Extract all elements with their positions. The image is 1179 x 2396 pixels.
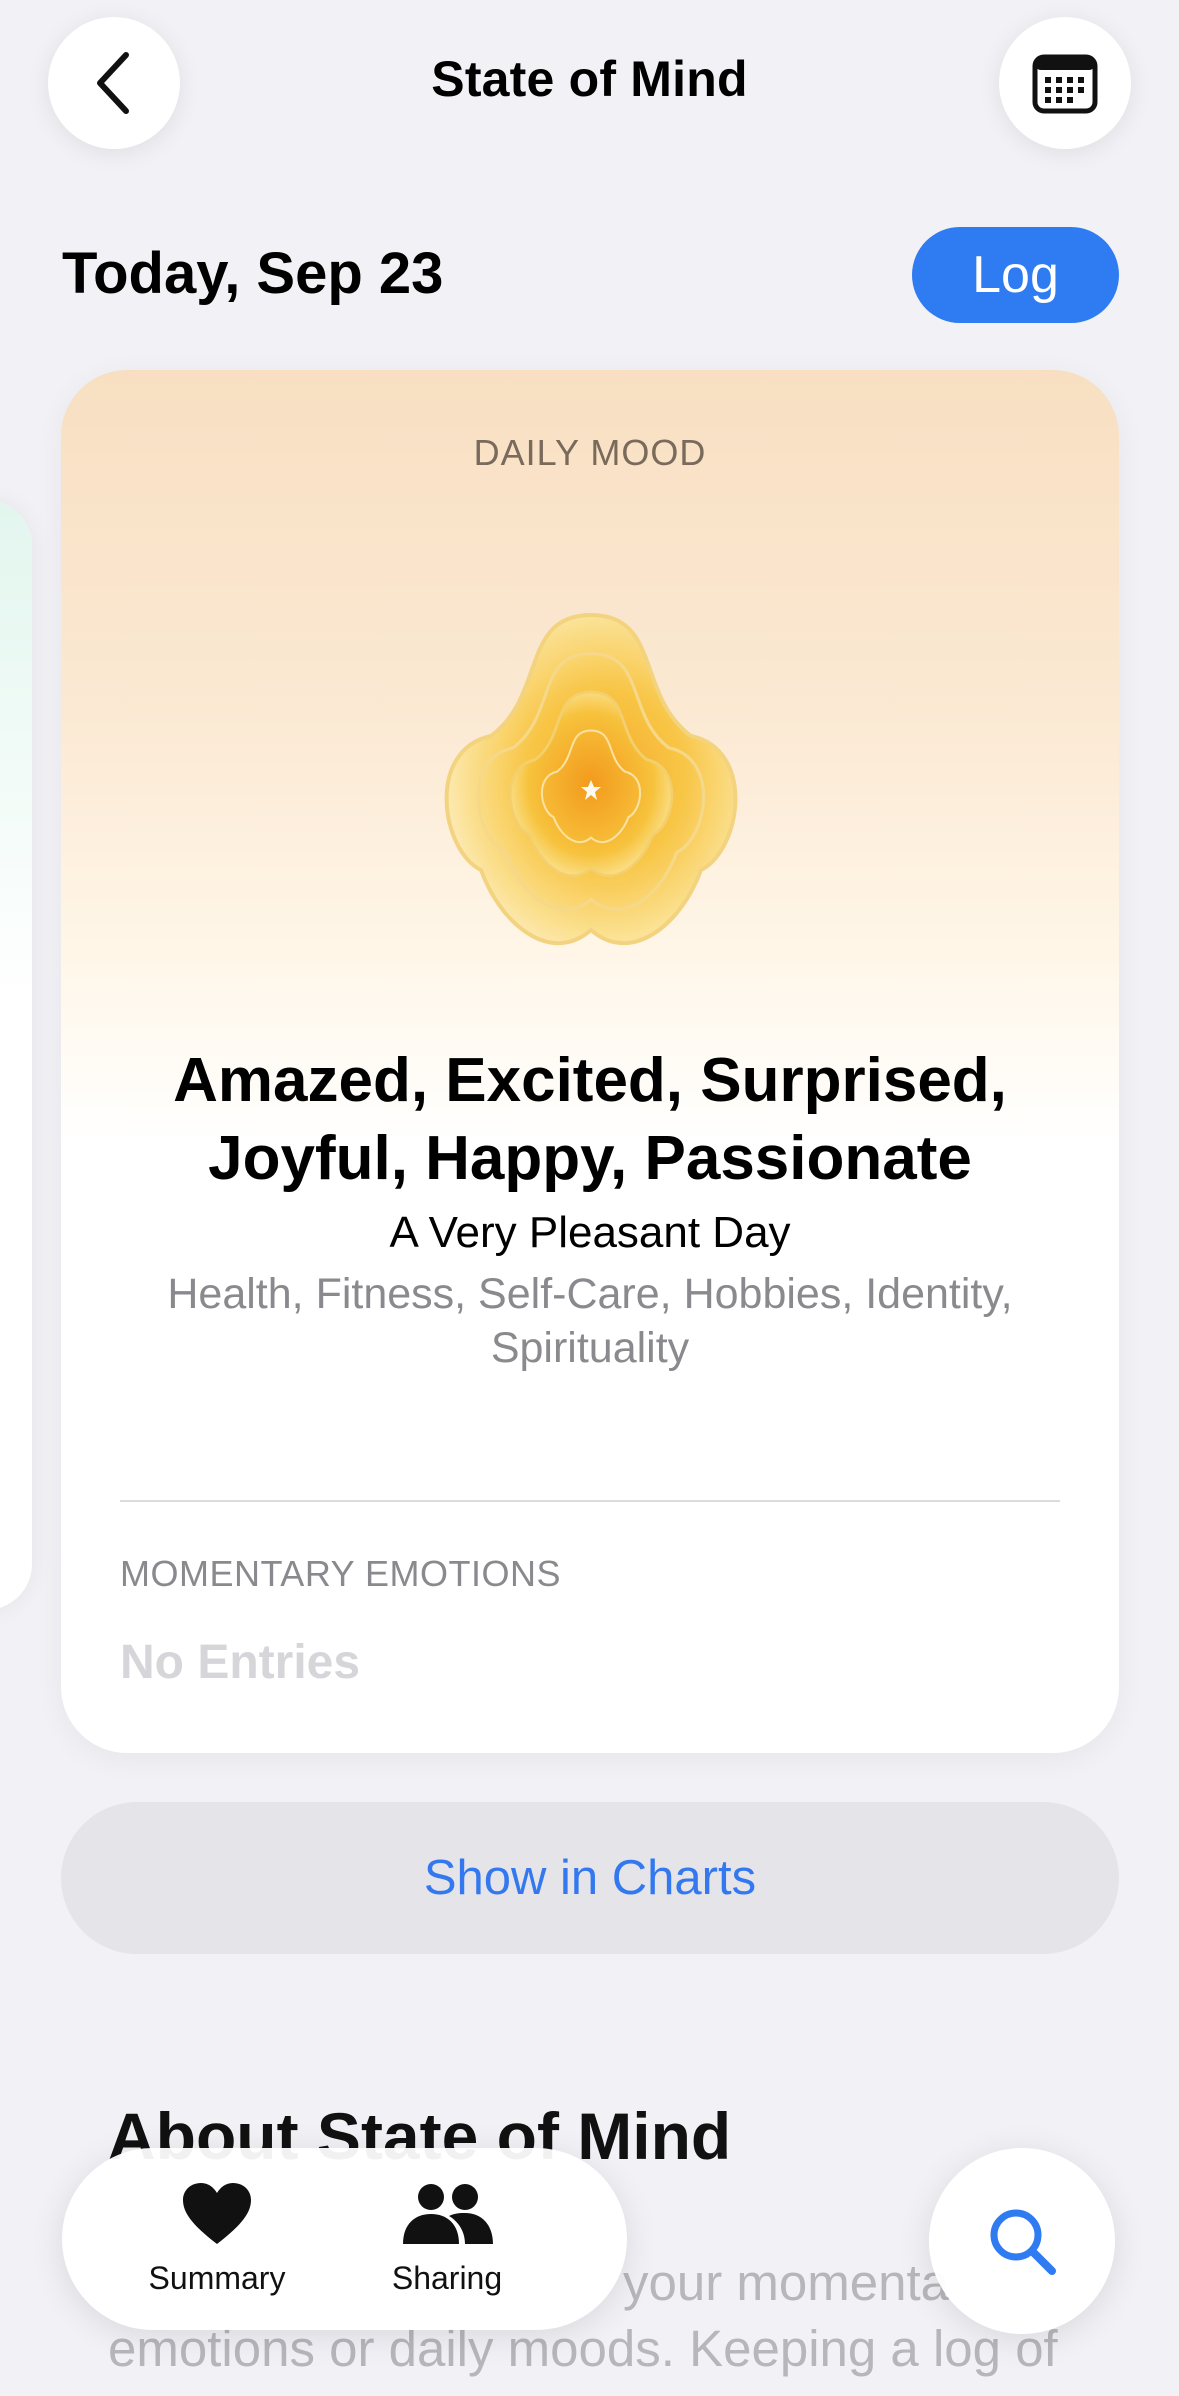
- tab-sharing-label: Sharing: [391, 2259, 503, 2296]
- daily-mood-label: DAILY MOOD: [473, 432, 707, 473]
- heart-icon: [183, 2182, 251, 2244]
- momentary-emotions-empty: No Entries: [120, 1636, 361, 1689]
- associations-line-2: Spirituality: [490, 1324, 690, 1372]
- daily-mood-card[interactable]: DAILY MOOD Amazed, Excited, Surprised, J…: [61, 370, 1119, 1753]
- tab-summary-label: Summary: [148, 2259, 286, 2296]
- tab-bar: Summary Sharing: [62, 2148, 627, 2330]
- valence-label: A Very Pleasant Day: [389, 1208, 791, 1257]
- associations-list: Health, Fitness, Self-Care, Hobbies, Ide…: [141, 1267, 1039, 1375]
- emotions-line-2: Joyful, Happy, Passionate: [208, 1124, 972, 1193]
- show-in-charts-button[interactable]: Show in Charts: [61, 1802, 1119, 1954]
- date-heading: Today, Sep 23: [62, 241, 444, 306]
- people-icon: [403, 2183, 493, 2244]
- previous-day-card-tint: [0, 500, 32, 1000]
- tab-summary[interactable]: Summary: [122, 2148, 312, 2330]
- mood-flower-icon: [444, 612, 738, 946]
- search-button[interactable]: [929, 2148, 1115, 2334]
- momentary-emotions-label: MOMENTARY EMOTIONS: [120, 1553, 562, 1594]
- calendar-button[interactable]: [999, 17, 1131, 149]
- tab-sharing[interactable]: Sharing: [352, 2148, 542, 2330]
- emotions-list: Amazed, Excited, Surprised, Joyful, Happ…: [101, 1042, 1079, 1198]
- state-of-mind-screen: State of Mind Today, Sep 23 Log DAILY MO…: [0, 0, 1179, 2396]
- card-divider: [120, 1500, 1060, 1502]
- calendar-icon: [1032, 54, 1098, 114]
- search-icon: [990, 2209, 1056, 2275]
- emotions-line-1: Amazed, Excited, Surprised,: [173, 1046, 1007, 1115]
- associations-line-1: Health, Fitness, Self-Care, Hobbies, Ide…: [167, 1270, 1013, 1318]
- log-button[interactable]: Log: [912, 227, 1119, 323]
